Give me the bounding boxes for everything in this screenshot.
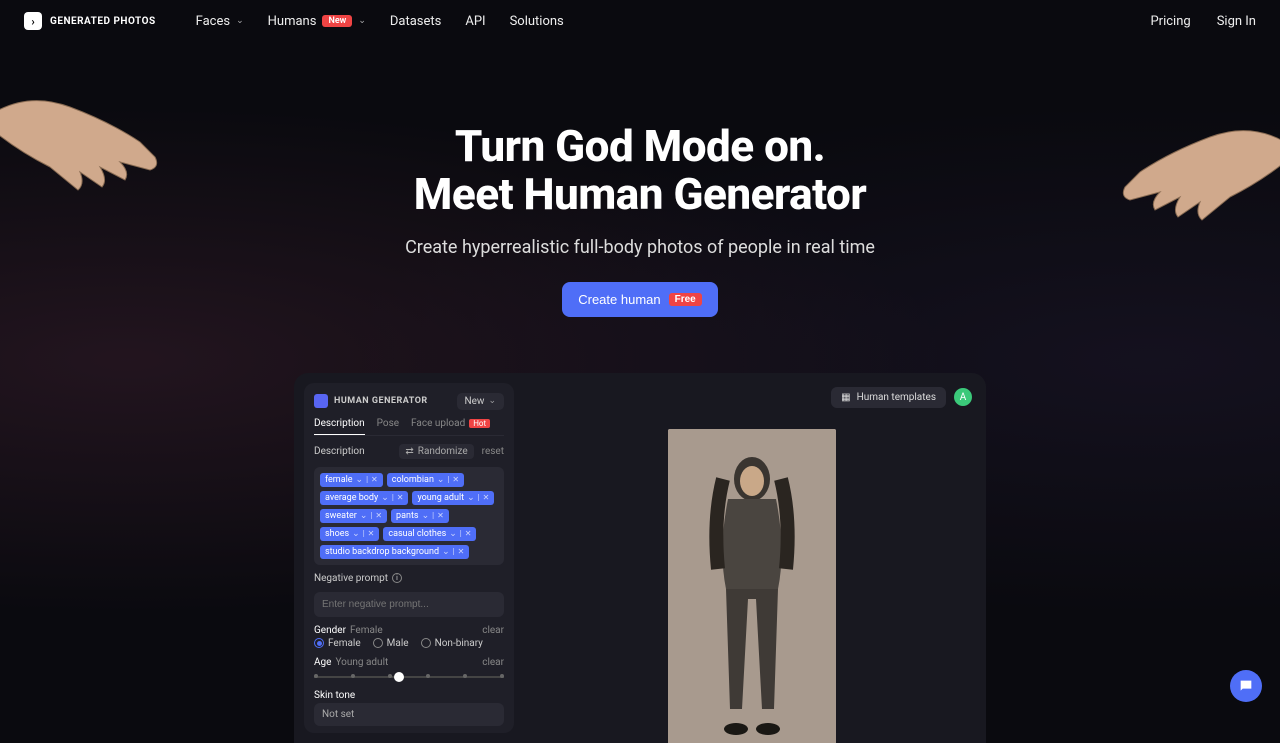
free-badge: Free	[669, 293, 702, 306]
age-clear[interactable]: clear	[482, 657, 504, 668]
description-tags[interactable]: female⌄|✕ colombian⌄|✕ average body⌄|✕ y…	[314, 467, 504, 565]
generator-app-window: HUMAN GENERATOR New⌄ Description Pose Fa…	[294, 373, 986, 743]
tag-casual-clothes[interactable]: casual clothes⌄|✕	[383, 527, 476, 541]
close-icon: ✕	[452, 475, 459, 484]
nav-api[interactable]: API	[465, 14, 485, 29]
logo-icon: ›	[24, 12, 42, 30]
nav-pricing[interactable]: Pricing	[1150, 14, 1190, 29]
nav-faces[interactable]: Faces⌄	[196, 14, 244, 29]
close-icon: ✕	[465, 529, 472, 538]
reset-link[interactable]: reset	[482, 446, 504, 457]
tab-description[interactable]: Description	[314, 418, 365, 435]
slider-thumb[interactable]	[394, 672, 404, 682]
app-logo-icon	[314, 394, 328, 408]
tag-studio-backdrop[interactable]: studio backdrop background⌄|✕	[320, 545, 469, 559]
nav-datasets[interactable]: Datasets	[390, 14, 442, 29]
nav-solutions[interactable]: Solutions	[510, 14, 564, 29]
chevron-down-icon: ⌄	[488, 396, 496, 406]
close-icon: ✕	[375, 511, 382, 520]
generator-sidebar: HUMAN GENERATOR New⌄ Description Pose Fa…	[304, 383, 514, 733]
tag-colombian[interactable]: colombian⌄|✕	[387, 473, 464, 487]
brand-logo[interactable]: › GENERATED PHOTOS	[24, 12, 156, 30]
info-icon[interactable]: i	[392, 573, 402, 583]
description-label: Description	[314, 446, 365, 457]
age-slider[interactable]	[314, 672, 504, 682]
generated-human-image	[668, 429, 836, 743]
top-nav: › GENERATED PHOTOS Faces⌄ HumansNew⌄ Dat…	[0, 0, 1280, 42]
radio-nonbinary[interactable]: Non-binary	[421, 638, 483, 649]
grid-icon: ▦	[841, 392, 850, 403]
new-button[interactable]: New⌄	[457, 393, 505, 410]
shuffle-icon: ⇄	[405, 446, 413, 457]
hero: Turn God Mode on. Meet Human Generator C…	[0, 42, 1280, 317]
create-human-button[interactable]: Create human Free	[562, 282, 718, 317]
close-icon: ✕	[483, 493, 490, 502]
close-icon: ✕	[458, 547, 465, 556]
randomize-button[interactable]: ⇄Randomize	[399, 444, 473, 459]
close-icon: ✕	[437, 511, 444, 520]
radio-male[interactable]: Male	[373, 638, 409, 649]
negative-prompt-input[interactable]	[314, 592, 504, 617]
gender-clear[interactable]: clear	[482, 625, 504, 636]
negative-prompt-label: Negative prompt	[314, 573, 388, 584]
user-avatar[interactable]: A	[954, 388, 972, 406]
close-icon: ✕	[397, 493, 404, 502]
age-label: Age	[314, 657, 331, 668]
chat-widget-button[interactable]	[1230, 670, 1262, 702]
nav-humans[interactable]: HumansNew⌄	[268, 14, 366, 29]
app-title: HUMAN GENERATOR	[314, 394, 428, 408]
chevron-down-icon: ⌄	[236, 16, 244, 26]
hero-title: Turn God Mode on. Meet Human Generator	[0, 122, 1280, 219]
tab-pose[interactable]: Pose	[377, 418, 399, 429]
chevron-down-icon: ⌄	[358, 16, 366, 26]
radio-female[interactable]: Female	[314, 638, 361, 649]
tag-female[interactable]: female⌄|✕	[320, 473, 383, 487]
skin-tone-select[interactable]: Not set	[314, 703, 504, 726]
new-badge: New	[322, 15, 352, 27]
preview-pane: ▦ Human templates A	[528, 383, 976, 733]
tag-shoes[interactable]: shoes⌄|✕	[320, 527, 379, 541]
human-templates-button[interactable]: ▦ Human templates	[831, 387, 946, 408]
brand-name: GENERATED PHOTOS	[50, 16, 156, 27]
hot-badge: Hot	[469, 419, 490, 428]
hero-subtitle: Create hyperrealistic full-body photos o…	[0, 237, 1280, 258]
tag-pants[interactable]: pants⌄|✕	[391, 509, 449, 523]
tag-sweater[interactable]: sweater⌄|✕	[320, 509, 387, 523]
sidebar-tabs: Description Pose Face uploadHot	[314, 418, 504, 436]
skin-tone-label: Skin tone	[314, 690, 355, 701]
close-icon: ✕	[371, 475, 378, 484]
nav-signin[interactable]: Sign In	[1217, 14, 1256, 29]
gender-label: Gender	[314, 625, 346, 636]
tag-average-body[interactable]: average body⌄|✕	[320, 491, 408, 505]
close-icon: ✕	[368, 529, 375, 538]
gender-value: Female	[350, 625, 383, 636]
tab-face-upload[interactable]: Face uploadHot	[411, 418, 490, 429]
age-value: Young adult	[335, 657, 388, 668]
tag-young-adult[interactable]: young adult⌄|✕	[412, 491, 494, 505]
